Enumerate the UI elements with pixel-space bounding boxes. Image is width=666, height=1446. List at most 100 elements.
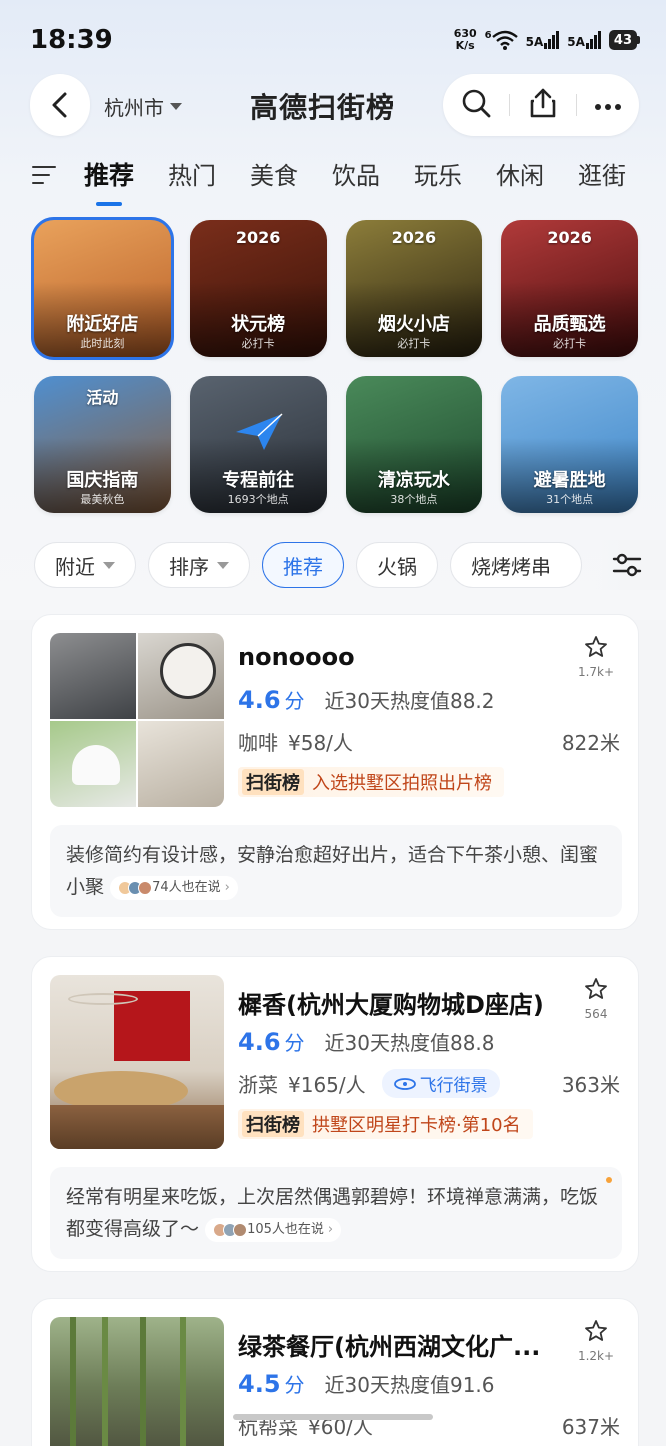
top-nav: 杭州市 高德扫街榜 [0,74,666,136]
divider [509,94,511,116]
tile-quality-picks[interactable]: 2026 品质甄选 必打卡 [501,220,638,357]
heat-value: 近30天热度值88.2 [324,689,495,713]
star-icon [585,636,607,657]
shop-card[interactable]: 樨香(杭州大厦购物城D座店) 564 4.6 分 近30天热度值88.8 浙菜 … [31,956,639,1272]
discussion-count[interactable]: 74人也在说 › [110,875,238,900]
status-time: 18:39 [30,25,113,55]
notification-dot [606,1177,612,1183]
avatar-stack [118,880,153,895]
star-icon [585,1320,607,1341]
network-speed: 630 K/s [453,27,477,52]
tile-top-ranking[interactable]: 2026 状元榜 必打卡 [189,220,327,357]
shop-photo [50,975,224,1149]
filter-chips: 附近 排序 推荐 火锅 烧烤烤串 [34,542,666,588]
shop-meta: 浙菜 ¥165/人 飞行街景 [238,1069,500,1098]
street-view-badge[interactable]: 飞行街景 [381,1069,500,1098]
rating: 4.6 分 近30天热度值88.8 [238,1028,495,1056]
activity-badge: 活动 [86,388,119,407]
favorite-button[interactable]: 1.2k+ [576,1319,616,1363]
shop-name: nonoooo [238,643,355,671]
filter-sort[interactable]: 排序 [148,542,250,588]
chevron-right-icon: › [224,879,230,895]
ranking-logo: 扫街榜 [242,1111,304,1137]
tile-special-trip[interactable]: 专程前往 1693个地点 [189,376,327,513]
filter-settings-icon[interactable] [612,552,642,578]
year-badge: 2026 [391,228,437,247]
tab-hot[interactable]: 热门 [168,150,216,202]
tab-recommend[interactable]: 推荐 [84,150,134,206]
price: ¥165/人 [288,1073,366,1097]
tab-shopping[interactable]: 逛街 [578,150,626,202]
divider [575,94,577,116]
paper-plane-icon [235,413,283,450]
review-snippet[interactable]: 经常有明星来吃饭，上次居然偶遇郭碧婷！环境禅意满满，吃饭都变得高级了～ 105人… [50,1167,622,1259]
review-snippet[interactable]: 装修简约有设计感，安静治愈超好出片，适合下午茶小憩、闺蜜小聚 74人也在说 › [50,825,622,917]
chevron-down-icon [217,561,229,569]
tab-drinks[interactable]: 饮品 [332,150,380,202]
price: ¥58/人 [288,731,353,755]
signal-icon-1: 5A [526,31,560,49]
tile-local-eateries[interactable]: 2026 烟火小店 必打卡 [345,220,483,357]
rating: 4.5 分 近30天热度值91.6 [238,1370,495,1398]
shop-card[interactable]: nonoooo 1.7k+ 4.6 分 近30天热度值88.2 咖啡 ¥58/人… [31,614,639,930]
filter-hotpot[interactable]: 火锅 [356,542,438,588]
back-arrow-icon [52,92,67,118]
shop-name: 樨香(杭州大厦购物城D座店) [238,991,544,1019]
discussion-count[interactable]: 105人也在说 › [205,1217,342,1242]
search-icon[interactable] [460,87,492,123]
tile-water-play[interactable]: 清凉玩水 38个地点 [345,376,483,513]
favorite-count: 1.2k+ [577,1349,615,1363]
distance: 363米 [561,1073,620,1097]
ranking-tag[interactable]: 扫街榜 入选拱墅区拍照出片榜 [238,767,504,797]
favorite-button[interactable]: 564 [576,977,616,1021]
ranking-logo: 扫街榜 [242,769,304,795]
filter-nearby[interactable]: 附近 [34,542,136,588]
tile-nearby-shops[interactable]: 附近好店 此时此刻 [31,217,174,360]
tile-summer-resort[interactable]: 避暑胜地 31个地点 [501,376,638,513]
header-actions [443,74,639,136]
city-selector[interactable]: 杭州市 [104,92,182,121]
star-icon [585,978,607,999]
chevron-down-icon [103,561,115,569]
year-badge: 2026 [235,228,281,247]
tab-food[interactable]: 美食 [250,150,298,202]
status-icons: 630 K/s 6 5A 5A 43 [454,28,640,52]
chevron-right-icon: › [327,1221,334,1237]
category-tabs: 推荐 热门 美食 饮品 玩乐 休闲 逛街 [0,150,666,210]
signal-icon-2: 5A [567,31,601,49]
heat-value: 近30天热度值91.6 [324,1373,495,1397]
shop-name: 绿茶餐厅(杭州西湖文化广... [238,1333,541,1361]
more-icon[interactable] [594,96,622,115]
share-icon[interactable] [528,87,558,123]
tab-fun[interactable]: 玩乐 [414,150,462,202]
category: 浙菜 [238,1073,278,1097]
app-logo: 高德扫街榜 [250,91,396,124]
shop-meta: 咖啡 ¥58/人 [238,727,353,756]
wifi-icon: 6 [485,30,518,50]
heat-value: 近30天热度值88.8 [324,1031,495,1055]
filter-recommend[interactable]: 推荐 [262,542,344,588]
menu-icon[interactable] [32,166,56,190]
status-bar: 18:39 630 K/s 6 5A 5A 43 [0,0,666,80]
ranking-tag[interactable]: 扫街榜 拱墅区明星打卡榜·第10名 [238,1109,533,1139]
chevron-down-icon [170,103,182,110]
shop-photo [50,1317,224,1446]
avatar-stack [213,1222,248,1237]
favorite-count: 1.7k+ [577,665,615,679]
home-indicator [233,1414,433,1420]
favorite-count: 564 [584,1007,608,1021]
distance: 822米 [561,731,620,755]
360-view-icon [393,1077,416,1090]
shop-card[interactable]: 绿茶餐厅(杭州西湖文化广... 1.2k+ 4.5 分 近30天热度值91.6 … [31,1298,639,1446]
tab-leisure[interactable]: 休闲 [496,150,544,202]
filter-bbq[interactable]: 烧烤烤串 [450,542,582,588]
year-badge: 2026 [547,228,592,247]
feature-tiles: 附近好店 此时此刻 2026 状元榜 必打卡 2026 烟火小店 必打卡 202… [31,217,638,532]
city-label: 杭州市 [104,96,164,120]
tile-national-day-guide[interactable]: 活动 国庆指南 最美秋色 [34,376,171,513]
distance: 637米 [561,1415,620,1439]
favorite-button[interactable]: 1.7k+ [576,635,616,679]
battery-icon: 43 [608,30,640,50]
back-button[interactable] [30,74,90,136]
shop-photo [50,633,224,807]
